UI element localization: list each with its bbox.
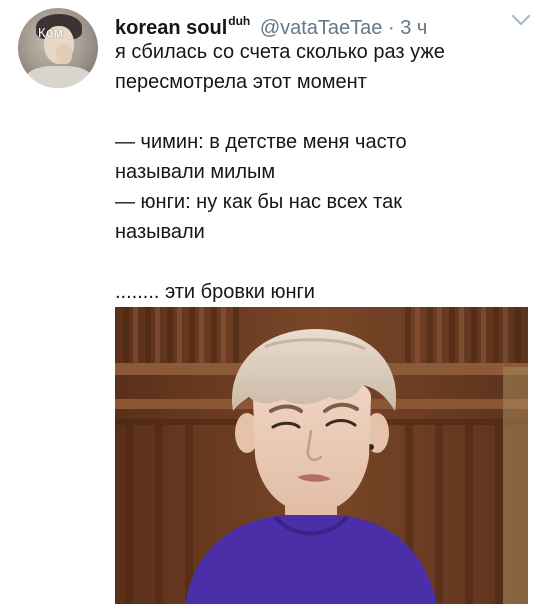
tweet-line: — юнги: ну как бы нас всех так [115, 191, 402, 213]
tweet-line: — чимин: в детстве меня часто [115, 131, 407, 153]
tweet-line: ........ эти бровки юнги [115, 281, 315, 303]
avatar-label: Ком [38, 25, 64, 40]
display-name-sup: duh [228, 14, 251, 28]
display-name-text: korean soul [115, 17, 228, 39]
display-name[interactable]: korean soulduh [115, 14, 251, 39]
timestamp[interactable]: 3 ч [400, 17, 427, 39]
tweet-line: называли милым [115, 161, 276, 183]
avatar-hand [56, 44, 72, 64]
tweet-media-image[interactable] [115, 307, 528, 604]
tweet-line: пересмотрела этот момент [115, 71, 367, 93]
avatar-shirt [26, 66, 92, 88]
tweet-line: называли [115, 221, 205, 243]
media-illustration [115, 307, 528, 604]
separator-dot: · [388, 17, 395, 39]
chevron-down-icon[interactable] [510, 12, 532, 28]
tweet-line: я сбилась со счета сколько раз уже [115, 41, 445, 63]
tweet-text: я сбилась со счета сколько раз уже перес… [115, 37, 535, 307]
user-handle[interactable]: @vataTaeTae [260, 17, 383, 39]
avatar[interactable]: Ком [18, 8, 98, 88]
